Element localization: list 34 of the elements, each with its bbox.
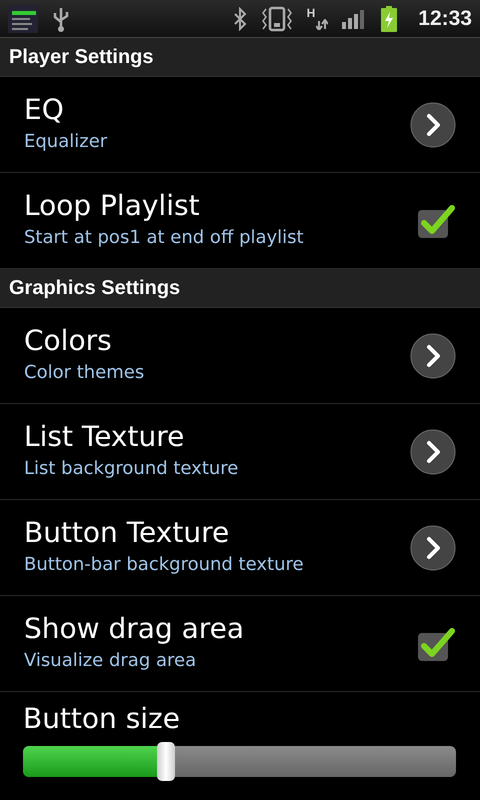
chevron-icon[interactable]	[410, 102, 456, 148]
vibrate-icon	[260, 6, 293, 32]
usb-icon	[52, 6, 70, 32]
section-header: Graphics Settings	[0, 269, 480, 308]
chevron-icon[interactable]	[410, 524, 456, 570]
setting-title: Loop Playlist	[24, 188, 201, 222]
setting-row[interactable]: List Texture List background texture	[0, 404, 480, 500]
setting-summary: Visualize drag area	[24, 650, 198, 672]
setting-title: EQ	[24, 92, 65, 126]
data-arrows-icon	[316, 19, 328, 30]
section-header: Player Settings	[0, 38, 480, 77]
setting-row[interactable]: Show drag area Visualize drag area	[0, 596, 480, 692]
signal-icon	[342, 8, 366, 28]
setting-row[interactable]: EQ Equalizer	[0, 77, 480, 173]
slider-thumb[interactable]	[156, 742, 175, 781]
battery-charging-icon	[380, 6, 398, 32]
setting-summary: Start at pos1 at end off playlist	[24, 226, 305, 248]
setting-title: Colors	[24, 324, 113, 358]
setting-summary: Button-bar background texture	[24, 554, 305, 576]
chevron-icon[interactable]	[410, 428, 456, 474]
chevron-icon[interactable]	[410, 332, 456, 378]
app-thumbnail-icon	[8, 4, 38, 32]
network-type-label: H	[306, 7, 316, 19]
setting-title: Button size	[23, 702, 181, 736]
clock-time: 12:33	[418, 6, 472, 30]
setting-row[interactable]: Colors Color themes	[0, 308, 480, 404]
setting-summary: List background texture	[24, 458, 240, 480]
setting-row[interactable]: Button Texture Button-bar background texture	[0, 500, 480, 596]
bluetooth-icon	[232, 6, 247, 30]
setting-summary: Equalizer	[24, 130, 108, 152]
setting-title: Button Texture	[24, 516, 230, 550]
setting-summary: Color themes	[24, 362, 146, 384]
setting-title: List Texture	[24, 420, 186, 454]
setting-title: Show drag area	[24, 612, 246, 646]
